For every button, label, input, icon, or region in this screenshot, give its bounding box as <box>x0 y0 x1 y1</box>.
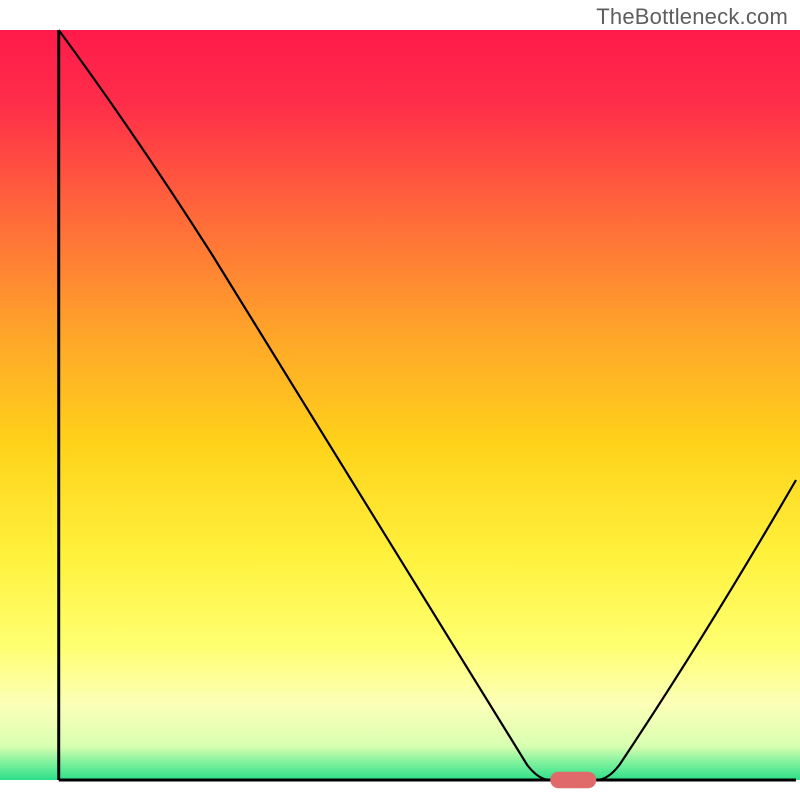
optimal-marker <box>550 772 596 789</box>
chart-container <box>0 0 800 800</box>
gradient-background <box>0 30 800 780</box>
watermark-text: TheBottleneck.com <box>596 4 788 30</box>
bottleneck-chart <box>0 0 800 800</box>
